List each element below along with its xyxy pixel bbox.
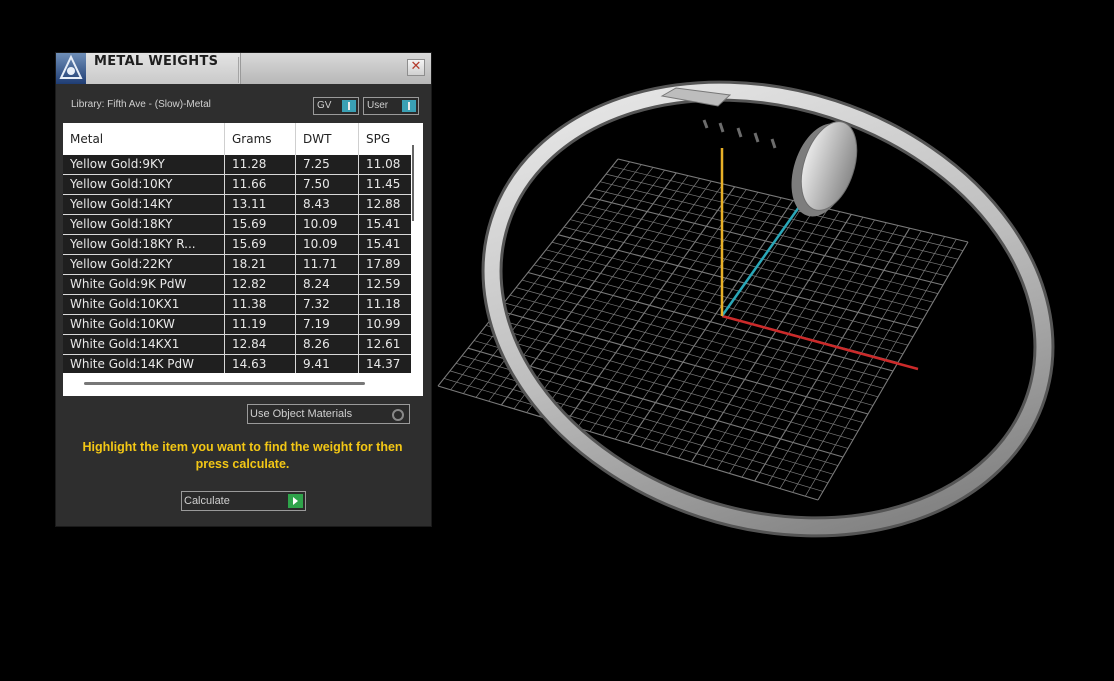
cell-dwt: 10.09 xyxy=(296,215,359,234)
table-row[interactable]: Yellow Gold:18KY R... 15.69 10.09 15.41 xyxy=(63,235,411,255)
close-button[interactable]: ✕ xyxy=(407,59,425,76)
cell-grams: 12.82 xyxy=(225,275,296,294)
cell-spg: 12.88 xyxy=(366,197,401,211)
cell-metal: Yellow Gold:14KY xyxy=(63,195,225,214)
table-row[interactable]: White Gold:10KX1 11.38 7.32 11.18 xyxy=(63,295,411,315)
toggle-knob-icon xyxy=(402,100,416,112)
cell-dwt: 10.09 xyxy=(296,235,359,254)
table-body: Yellow Gold:9KY 11.28 7.25 11.08 Yellow Gold… xyxy=(63,155,411,373)
cell-dwt: 9.41 xyxy=(296,355,359,373)
bracelet-ring-highlight xyxy=(484,83,1052,535)
cell-spg: 17.89 xyxy=(366,257,401,271)
cell-grams: 11.38 xyxy=(225,295,296,314)
cell-grams: 15.69 xyxy=(225,215,296,234)
cell-metal: White Gold:10KX1 xyxy=(63,295,225,314)
cell-metal: Yellow Gold:10KY xyxy=(63,175,225,194)
cell-dwt: 8.24 xyxy=(296,275,359,294)
cell-spg: 15.41 xyxy=(366,217,401,231)
table-row[interactable]: White Gold:10KW 11.19 7.19 10.99 xyxy=(63,315,411,335)
cell-dwt: 7.25 xyxy=(296,155,359,174)
cell-metal: White Gold:14KX1 xyxy=(63,335,225,354)
table-row[interactable]: Yellow Gold:14KY 13.11 8.43 12.88 xyxy=(63,195,411,215)
table-row[interactable]: Yellow Gold:22KY 18.21 11.71 17.89 xyxy=(63,255,411,275)
cell-grams: 18.21 xyxy=(225,255,296,274)
cell-metal: Yellow Gold:22KY xyxy=(63,255,225,274)
column-header-spg[interactable]: SPG xyxy=(359,123,413,155)
metal-table[interactable]: Metal Grams DWT SPG Yellow Gold:9KY 11.28… xyxy=(63,123,423,396)
cell-spg: 14.37 xyxy=(366,357,401,371)
rhino-app-icon xyxy=(56,53,86,84)
cell-dwt: 7.32 xyxy=(296,295,359,314)
nail-grooves xyxy=(702,119,777,149)
cell-dwt: 11.71 xyxy=(296,255,359,274)
construction-grid xyxy=(437,158,969,501)
library-label: Library: Fifth Ave - (Slow)-Metal xyxy=(71,99,211,110)
cell-spg: 12.59 xyxy=(366,277,401,291)
bracelet-ring xyxy=(481,80,1055,538)
table-row[interactable]: White Gold:14K PdW 14.63 9.41 14.37 xyxy=(63,355,411,373)
use-object-materials-toggle[interactable]: Use Object Materials xyxy=(247,404,410,424)
cell-dwt: 8.43 xyxy=(296,195,359,214)
cell-grams: 15.69 xyxy=(225,235,296,254)
column-header-grams[interactable]: Grams xyxy=(225,123,296,155)
cell-grams: 11.28 xyxy=(225,155,296,174)
table-row[interactable]: Yellow Gold:10KY 11.66 7.50 11.45 xyxy=(63,175,411,195)
cell-metal: Yellow Gold:18KY R... xyxy=(63,235,225,254)
user-toggle-label: User xyxy=(367,100,389,111)
cell-metal: White Gold:9K PdW xyxy=(63,275,225,294)
nail-bracelet-model[interactable] xyxy=(435,22,1101,596)
cell-metal: Yellow Gold:18KY xyxy=(63,215,225,234)
panel-title: METAL WEIGHTS xyxy=(94,54,219,69)
horizontal-scrollbar[interactable] xyxy=(84,382,365,385)
titlebar-separator xyxy=(238,57,240,83)
use-object-materials-label: Use Object Materials xyxy=(250,408,353,420)
table-row[interactable]: Yellow Gold:18KY 15.69 10.09 15.41 xyxy=(63,215,411,235)
calculate-label: Calculate xyxy=(184,495,230,507)
calculate-button[interactable]: Calculate xyxy=(181,491,306,511)
table-row[interactable]: White Gold:9K PdW 12.82 8.24 12.59 xyxy=(63,275,411,295)
radio-icon xyxy=(392,409,404,421)
cell-spg: 10.99 xyxy=(366,317,401,331)
cell-dwt: 8.26 xyxy=(296,335,359,354)
table-row[interactable]: Yellow Gold:9KY 11.28 7.25 11.08 xyxy=(63,155,411,175)
cell-spg: 15.41 xyxy=(366,237,401,251)
column-header-dwt[interactable]: DWT xyxy=(296,123,359,155)
vertical-scrollbar[interactable] xyxy=(412,145,414,221)
gv-toggle[interactable]: GV xyxy=(313,97,359,115)
cell-spg: 11.08 xyxy=(366,157,401,171)
column-header-metal[interactable]: Metal xyxy=(63,123,225,155)
cell-grams: 13.11 xyxy=(225,195,296,214)
cell-metal: White Gold:10KW xyxy=(63,315,225,334)
cell-dwt: 7.50 xyxy=(296,175,359,194)
instruction-text: Highlight the item you want to find the … xyxy=(82,440,403,471)
cell-dwt: 7.19 xyxy=(296,315,359,334)
cell-grams: 11.19 xyxy=(225,315,296,334)
table-header: Metal Grams DWT SPG xyxy=(63,123,413,155)
panel-titlebar[interactable]: METAL WEIGHTS ✕ xyxy=(56,53,431,84)
cell-metal: White Gold:14K PdW xyxy=(63,355,225,373)
cell-grams: 14.63 xyxy=(225,355,296,373)
play-arrow-icon xyxy=(288,494,303,508)
metal-weights-panel: METAL WEIGHTS ✕ Library: Fifth Ave - (Sl… xyxy=(56,53,431,526)
gv-toggle-label: GV xyxy=(317,100,332,111)
close-icon: ✕ xyxy=(410,59,422,74)
cell-spg: 12.61 xyxy=(366,337,401,351)
user-toggle[interactable]: User xyxy=(363,97,419,115)
toggle-knob-icon xyxy=(342,100,356,112)
cell-metal: Yellow Gold:9KY xyxy=(63,155,225,174)
cell-grams: 12.84 xyxy=(225,335,296,354)
cell-spg: 11.18 xyxy=(366,297,401,311)
table-row[interactable]: White Gold:14KX1 12.84 8.26 12.61 xyxy=(63,335,411,355)
cell-grams: 11.66 xyxy=(225,175,296,194)
cell-spg: 11.45 xyxy=(366,177,401,191)
